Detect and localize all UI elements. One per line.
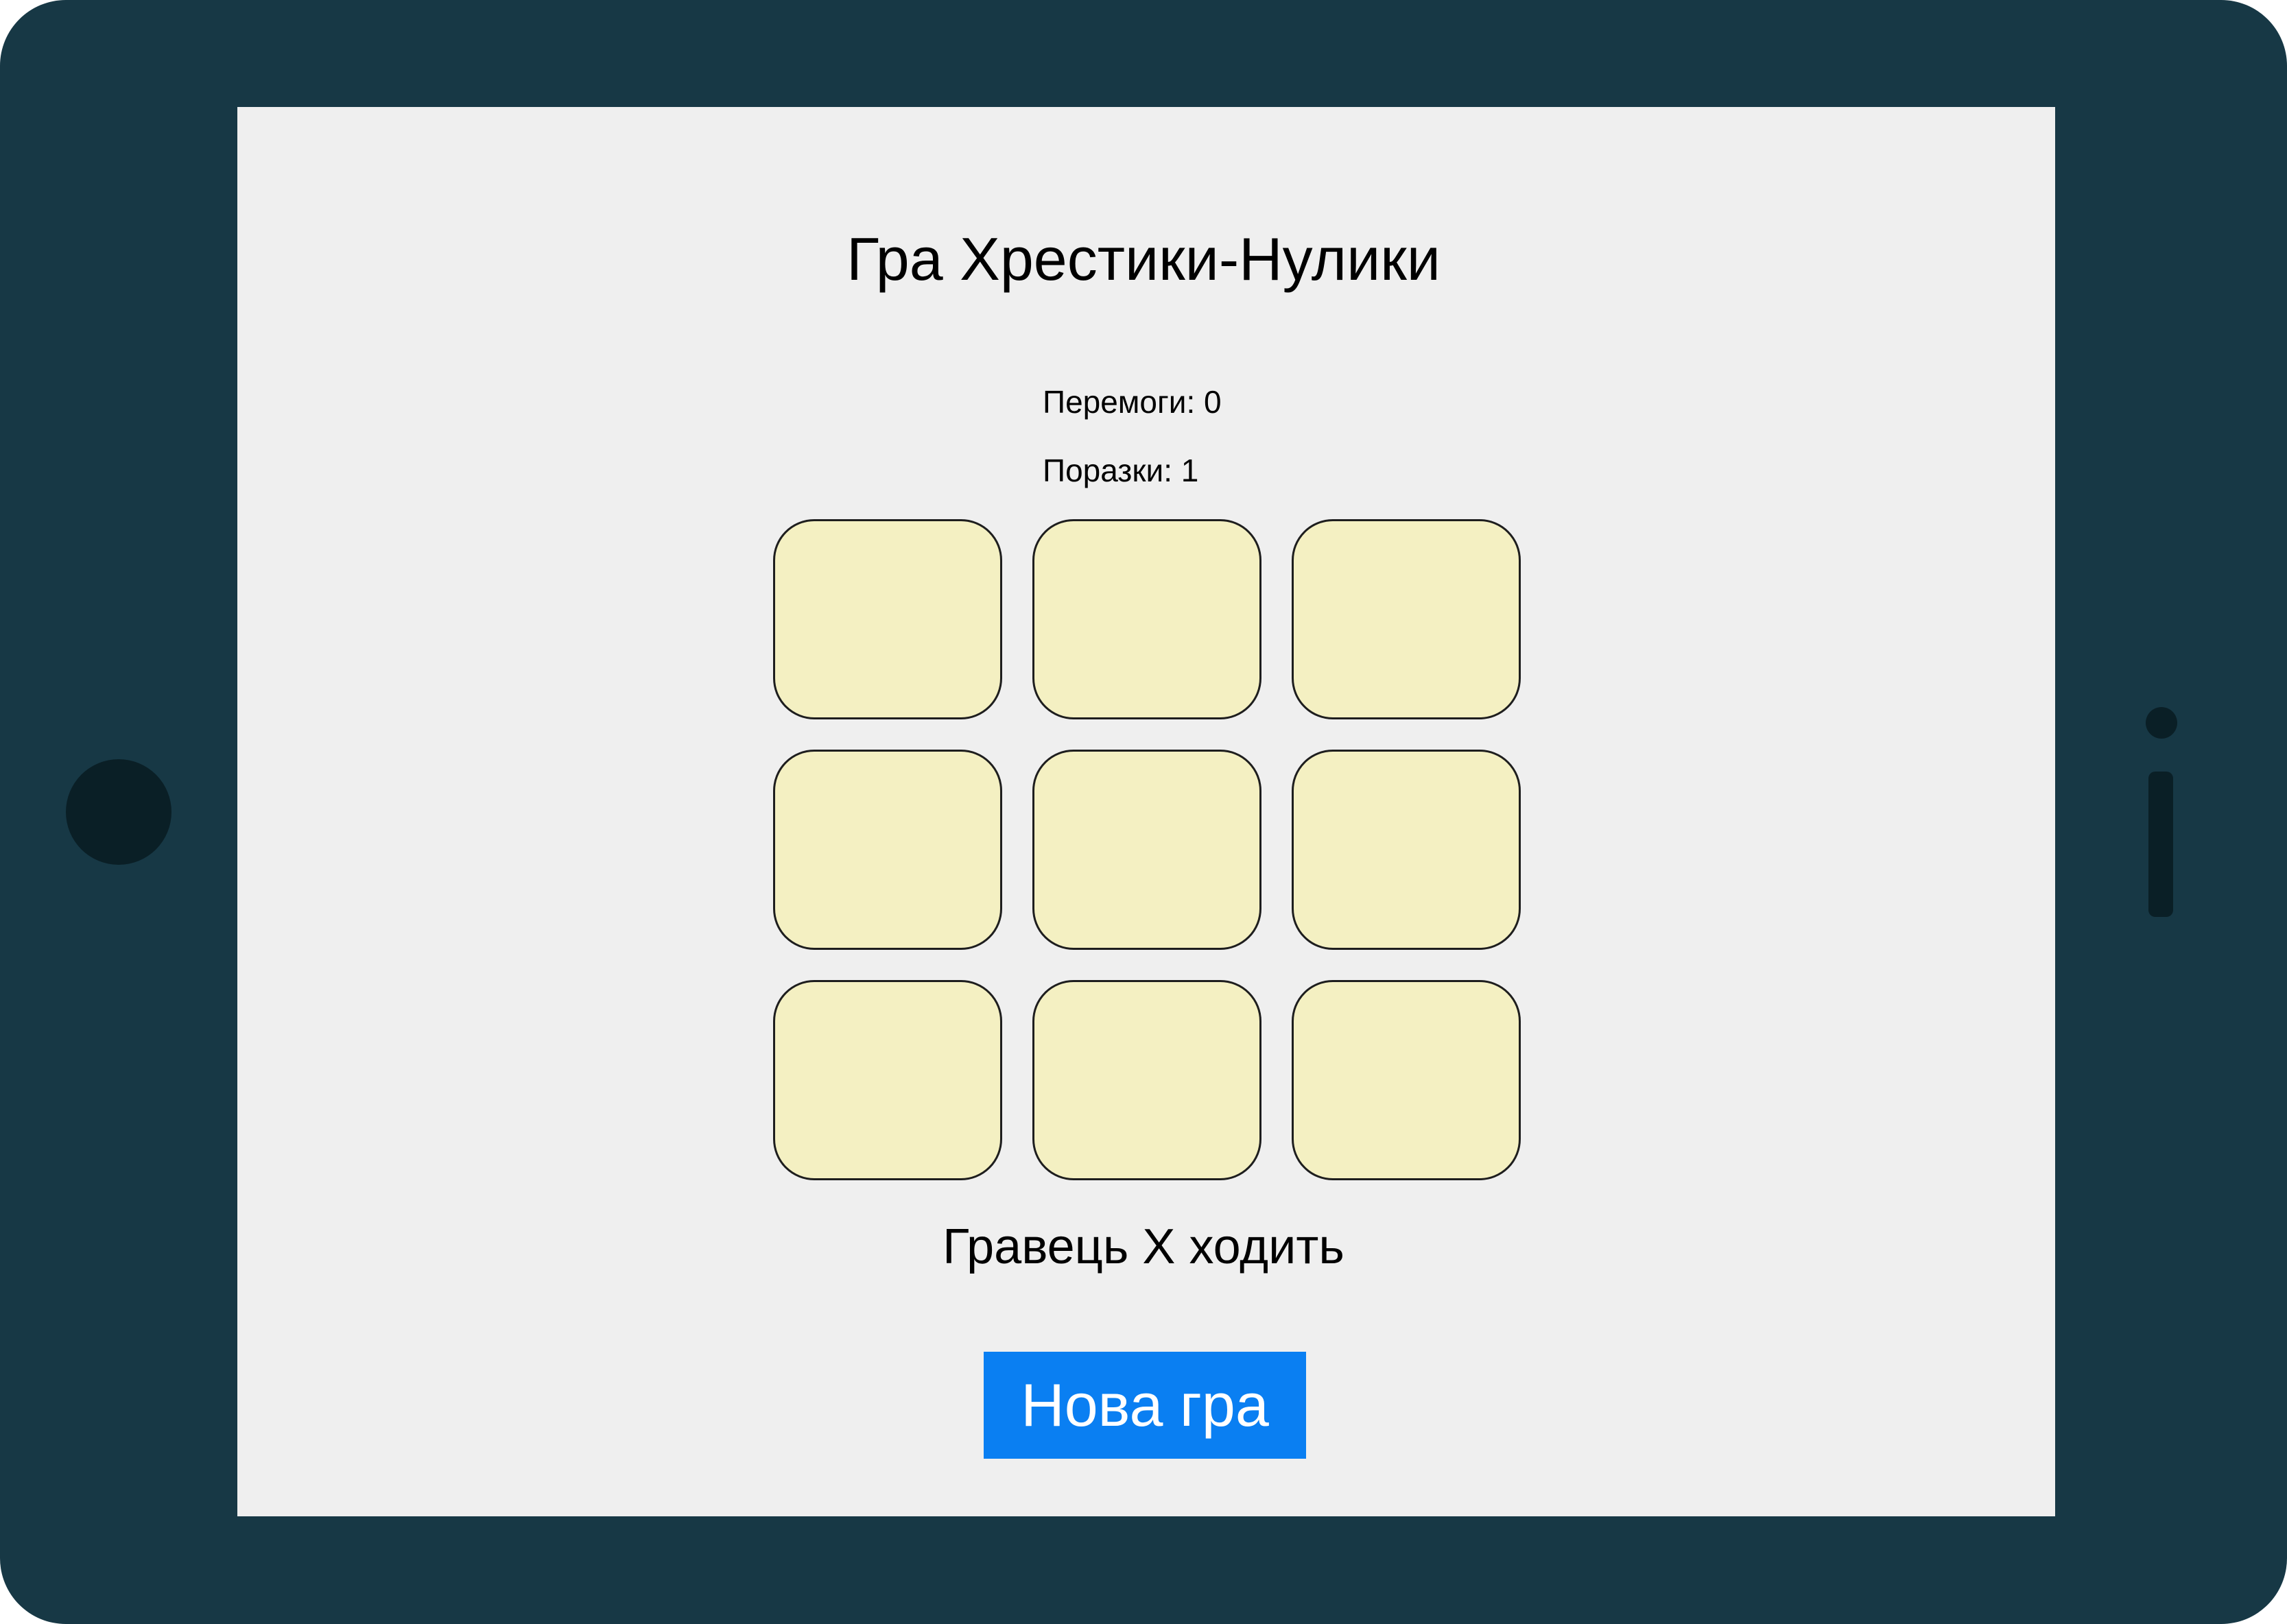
- board-cell-6[interactable]: [1292, 750, 1521, 950]
- tablet-frame: Гра Хрестики-Нулики Перемоги: 0 Поразки:…: [0, 0, 2287, 1624]
- board-cell-1[interactable]: [773, 519, 1002, 719]
- game-board: [773, 519, 1521, 1180]
- board-cell-5[interactable]: [1032, 750, 1261, 950]
- board-cell-7[interactable]: [773, 980, 1002, 1180]
- home-button[interactable]: [2148, 772, 2173, 917]
- page-title: Гра Хрестики-Нулики: [846, 225, 1441, 293]
- board-cell-3[interactable]: [1292, 519, 1521, 719]
- losses-counter: Поразки: 1: [1043, 453, 1199, 488]
- board-cell-9[interactable]: [1292, 980, 1521, 1180]
- camera-icon: [66, 759, 171, 865]
- wins-counter: Перемоги: 0: [1043, 384, 1222, 420]
- turn-status: Гравець X ходить: [943, 1219, 1344, 1274]
- sensor-icon: [2146, 707, 2177, 739]
- board-cell-4[interactable]: [773, 750, 1002, 950]
- board-cell-8[interactable]: [1032, 980, 1261, 1180]
- new-game-button[interactable]: Нова гра: [984, 1352, 1306, 1459]
- board-cell-2[interactable]: [1032, 519, 1261, 719]
